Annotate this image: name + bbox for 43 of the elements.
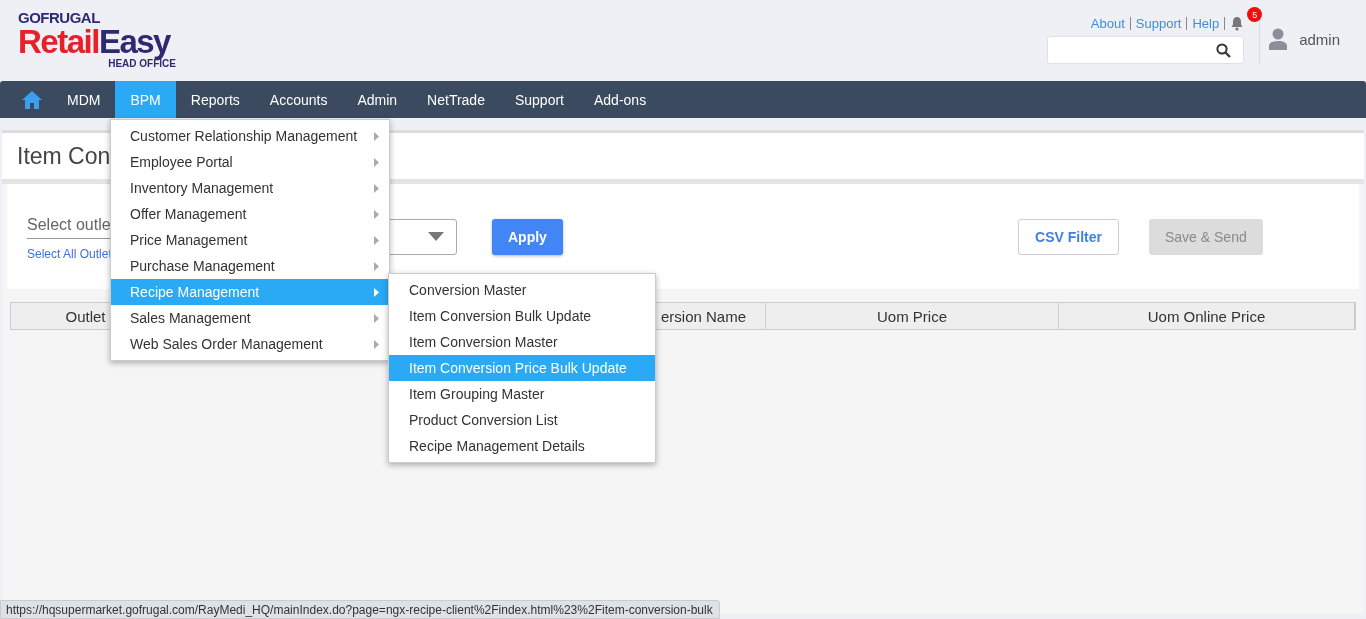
search-field[interactable] bbox=[1047, 36, 1245, 64]
nav-tab[interactable]: Reports bbox=[175, 81, 255, 118]
menu-item[interactable]: Recipe Management Details bbox=[389, 433, 655, 459]
column-header: Uom Online Price bbox=[1059, 303, 1355, 329]
column-header: Uom Price bbox=[766, 303, 1059, 329]
nav-tab[interactable]: NetTrade bbox=[412, 81, 500, 118]
logo-brand: GOFRUGAL bbox=[18, 10, 101, 25]
apply-button[interactable]: Apply bbox=[492, 218, 563, 255]
menu-item[interactable]: Item Conversion Master bbox=[389, 329, 655, 355]
nav-tab[interactable]: Accounts bbox=[254, 81, 343, 118]
submenu-arrow-icon bbox=[374, 131, 379, 141]
menu-item[interactable]: Employee Portal bbox=[111, 149, 389, 175]
nav-tab[interactable]: Support bbox=[499, 81, 579, 118]
action-button[interactable]: CSV Filter bbox=[1018, 218, 1119, 255]
submenu-arrow-icon bbox=[374, 339, 379, 349]
submenu-arrow-icon bbox=[374, 157, 379, 167]
user-name[interactable]: admin bbox=[1299, 30, 1340, 48]
status-url: https://hqsupermarket.gofrugal.com/RayMedi_HQ/mainIndex.do?page=ngx-recipe-client%2Findex.html%23%2Fitem-conversion-bulk bbox=[6, 603, 713, 617]
menu-item[interactable]: Item Grouping Master bbox=[389, 381, 655, 407]
nav-tab[interactable]: Admin bbox=[342, 81, 413, 118]
submenu-arrow-icon bbox=[374, 261, 379, 271]
menu-item[interactable]: Inventory Management bbox=[111, 175, 389, 201]
menu-item[interactable]: Web Sales Order Management bbox=[111, 331, 389, 357]
submenu-arrow-icon bbox=[374, 183, 379, 193]
home-icon[interactable] bbox=[22, 90, 42, 109]
submenu-arrow-icon bbox=[374, 313, 379, 323]
submenu-arrow-icon bbox=[374, 209, 379, 219]
logo-edition: HEAD OFFICE bbox=[108, 59, 176, 69]
search-icon[interactable] bbox=[1216, 42, 1232, 58]
menu-item[interactable]: Conversion Master bbox=[389, 277, 655, 303]
submenu-arrow-icon bbox=[374, 235, 379, 245]
menu-item[interactable]: Customer Relationship Management bbox=[111, 123, 389, 149]
bell-icon[interactable] bbox=[1230, 15, 1245, 31]
caret-icon bbox=[428, 232, 444, 241]
nav-tab[interactable]: Add-ons bbox=[579, 81, 662, 118]
logo-wordmark: RetailEasy bbox=[18, 25, 171, 59]
menu-item[interactable]: Purchase Management bbox=[111, 253, 389, 279]
submenu-arrow-icon bbox=[374, 287, 379, 297]
notification-badge: 5 bbox=[1247, 7, 1263, 22]
user-icon[interactable] bbox=[1269, 28, 1288, 50]
menu-item[interactable]: Product Conversion List bbox=[389, 407, 655, 433]
nav-tab[interactable]: MDM bbox=[52, 81, 116, 118]
page-title: Item Con bbox=[17, 142, 111, 170]
